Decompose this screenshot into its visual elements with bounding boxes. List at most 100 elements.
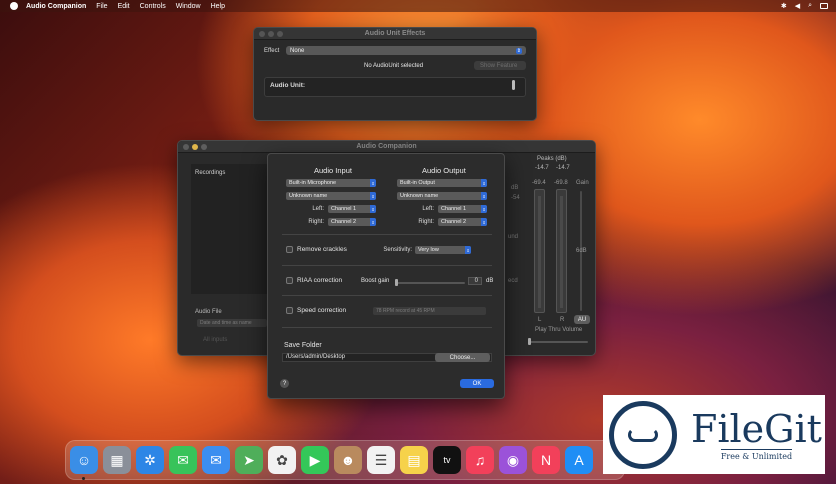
riaa-correction-label[interactable]: RIAA correction xyxy=(297,277,342,284)
output-right-label: Right: xyxy=(418,219,434,225)
ok-button[interactable]: OK xyxy=(460,379,494,388)
output-device-popup[interactable]: Built-in Output ⇕ xyxy=(397,179,487,187)
maps-icon[interactable]: ➤ xyxy=(235,446,263,474)
au-window-title: Audio Unit Effects xyxy=(364,30,426,37)
chevron-updown-icon: ⇕ xyxy=(465,246,471,254)
chevron-updown-icon: ⇕ xyxy=(515,47,522,54)
riaa-correction-checkbox[interactable] xyxy=(286,277,293,284)
mail-icon[interactable]: ✉ xyxy=(202,446,230,474)
chevron-updown-icon: ⇕ xyxy=(481,205,487,213)
sensitivity-value: Very low xyxy=(418,247,439,253)
output-left-value: Channel 1 xyxy=(441,206,467,212)
effect-label: Effect xyxy=(264,47,280,54)
gain-value: 6dB xyxy=(576,248,587,254)
running-indicator xyxy=(82,477,85,480)
zoom-button[interactable] xyxy=(201,144,207,150)
effect-value: None xyxy=(290,47,305,54)
control-center-icon[interactable] xyxy=(820,3,828,9)
photos-icon[interactable]: ✿ xyxy=(268,446,296,474)
output-right-popup[interactable]: Channel 2 ⇕ xyxy=(438,218,487,226)
output-left-popup[interactable]: Channel 1 ⇕ xyxy=(438,205,487,213)
bluetooth-icon[interactable]: ✱ xyxy=(781,2,787,10)
peak-right: -14.7 xyxy=(556,165,570,171)
search-icon[interactable]: ⌕ xyxy=(808,2,812,10)
divider xyxy=(282,327,492,328)
menu-window[interactable]: Window xyxy=(176,3,201,10)
menu-help[interactable]: Help xyxy=(211,3,225,10)
input-name-value: Unknown name xyxy=(289,193,328,199)
channel-label-right: R xyxy=(560,317,565,323)
audio-unit-effects-window: Audio Unit Effects Effect None ⇕ No Audi… xyxy=(253,27,537,121)
meter-right-value: -69.8 xyxy=(554,180,568,186)
show-feature-button[interactable]: Show Feature xyxy=(474,61,526,70)
watermark-title: FileGit xyxy=(691,406,822,451)
speed-correction-label[interactable]: Speed correction xyxy=(297,307,346,314)
news-icon[interactable]: N xyxy=(532,446,560,474)
facetime-icon[interactable]: ▶ xyxy=(301,446,329,474)
chevron-updown-icon: ⇕ xyxy=(481,192,487,200)
divider xyxy=(282,295,492,296)
sensitivity-popup[interactable]: Very low ⇕ xyxy=(415,246,471,254)
menu-edit[interactable]: Edit xyxy=(118,3,130,10)
remove-crackles-label[interactable]: Remove crackles xyxy=(297,246,347,253)
notes-icon[interactable]: ▤ xyxy=(400,446,428,474)
all-inputs-text: All inputs xyxy=(203,337,228,343)
side-value-ecd: ecd xyxy=(508,278,518,284)
boost-gain-knob[interactable] xyxy=(395,279,398,286)
au-scrollbar[interactable] xyxy=(512,80,515,90)
meter-left-value: -69.4 xyxy=(532,180,546,186)
close-button[interactable] xyxy=(259,31,265,37)
menu-file[interactable]: File xyxy=(96,3,107,10)
minimize-button[interactable] xyxy=(268,31,274,37)
input-device-value: Built-in Microphone xyxy=(289,180,337,186)
input-right-popup[interactable]: Channel 2 ⇕ xyxy=(328,218,376,226)
au-titlebar: Audio Unit Effects xyxy=(254,28,536,40)
input-name-popup[interactable]: Unknown name ⇕ xyxy=(286,192,376,200)
divider xyxy=(282,234,492,235)
boost-gain-slider[interactable] xyxy=(395,282,465,284)
menu-controls[interactable]: Controls xyxy=(140,3,166,10)
chevron-updown-icon: ⇕ xyxy=(481,218,487,226)
file-name-field[interactable]: Date and time as name xyxy=(197,319,267,327)
speed-popup[interactable]: 78 RPM record at 45 RPM xyxy=(373,307,486,315)
contacts-icon[interactable]: ☻ xyxy=(334,446,362,474)
filegit-logo-icon xyxy=(609,400,677,469)
minimize-button[interactable] xyxy=(192,144,198,150)
remove-crackles-checkbox[interactable] xyxy=(286,246,293,253)
play-thru-knob[interactable] xyxy=(528,338,531,345)
podcasts-icon[interactable]: ◉ xyxy=(499,446,527,474)
launchpad-icon[interactable]: ▦ xyxy=(103,446,131,474)
messages-icon[interactable]: ✉ xyxy=(169,446,197,474)
close-button[interactable] xyxy=(183,144,189,150)
save-folder-title: Save Folder xyxy=(284,342,322,349)
reminders-icon[interactable]: ☰ xyxy=(367,446,395,474)
input-left-popup[interactable]: Channel 1 ⇕ xyxy=(328,205,376,213)
speed-correction-checkbox[interactable] xyxy=(286,307,293,314)
input-device-popup[interactable]: Built-in Microphone ⇕ xyxy=(286,179,376,187)
help-button[interactable]: ? xyxy=(280,379,289,388)
menu-bar: Audio Companion File Edit Controls Windo… xyxy=(0,0,836,12)
tv-icon[interactable]: tv xyxy=(433,446,461,474)
music-icon[interactable]: ♫ xyxy=(466,446,494,474)
safari-icon[interactable]: ✲ xyxy=(136,446,164,474)
output-device-value: Built-in Output xyxy=(400,180,435,186)
chevron-updown-icon: ⇕ xyxy=(370,218,376,226)
play-thru-slider[interactable] xyxy=(530,341,588,343)
input-left-value: Channel 1 xyxy=(331,206,357,212)
filegit-watermark: FileGit Free & Unlimited xyxy=(603,395,825,474)
apple-icon[interactable] xyxy=(10,2,18,10)
app-store-icon[interactable]: A xyxy=(565,446,593,474)
side-value-und: und xyxy=(508,234,519,240)
output-name-popup[interactable]: Unknown name ⇕ xyxy=(397,192,487,200)
peaks-title: Peaks (dB) xyxy=(537,156,567,162)
menu-app-name[interactable]: Audio Companion xyxy=(26,3,86,10)
zoom-button[interactable] xyxy=(277,31,283,37)
input-right-value: Channel 2 xyxy=(331,219,357,225)
boost-gain-field[interactable]: 0 xyxy=(468,277,482,285)
au-button[interactable]: AU xyxy=(574,315,590,324)
finder-icon[interactable]: ☺ xyxy=(70,446,98,480)
boost-gain-label: Boost gain xyxy=(361,278,390,284)
effect-popup[interactable]: None ⇕ xyxy=(286,46,526,55)
choose-folder-button[interactable]: Choose... xyxy=(435,353,490,362)
volume-icon[interactable]: ◀ xyxy=(795,2,800,10)
